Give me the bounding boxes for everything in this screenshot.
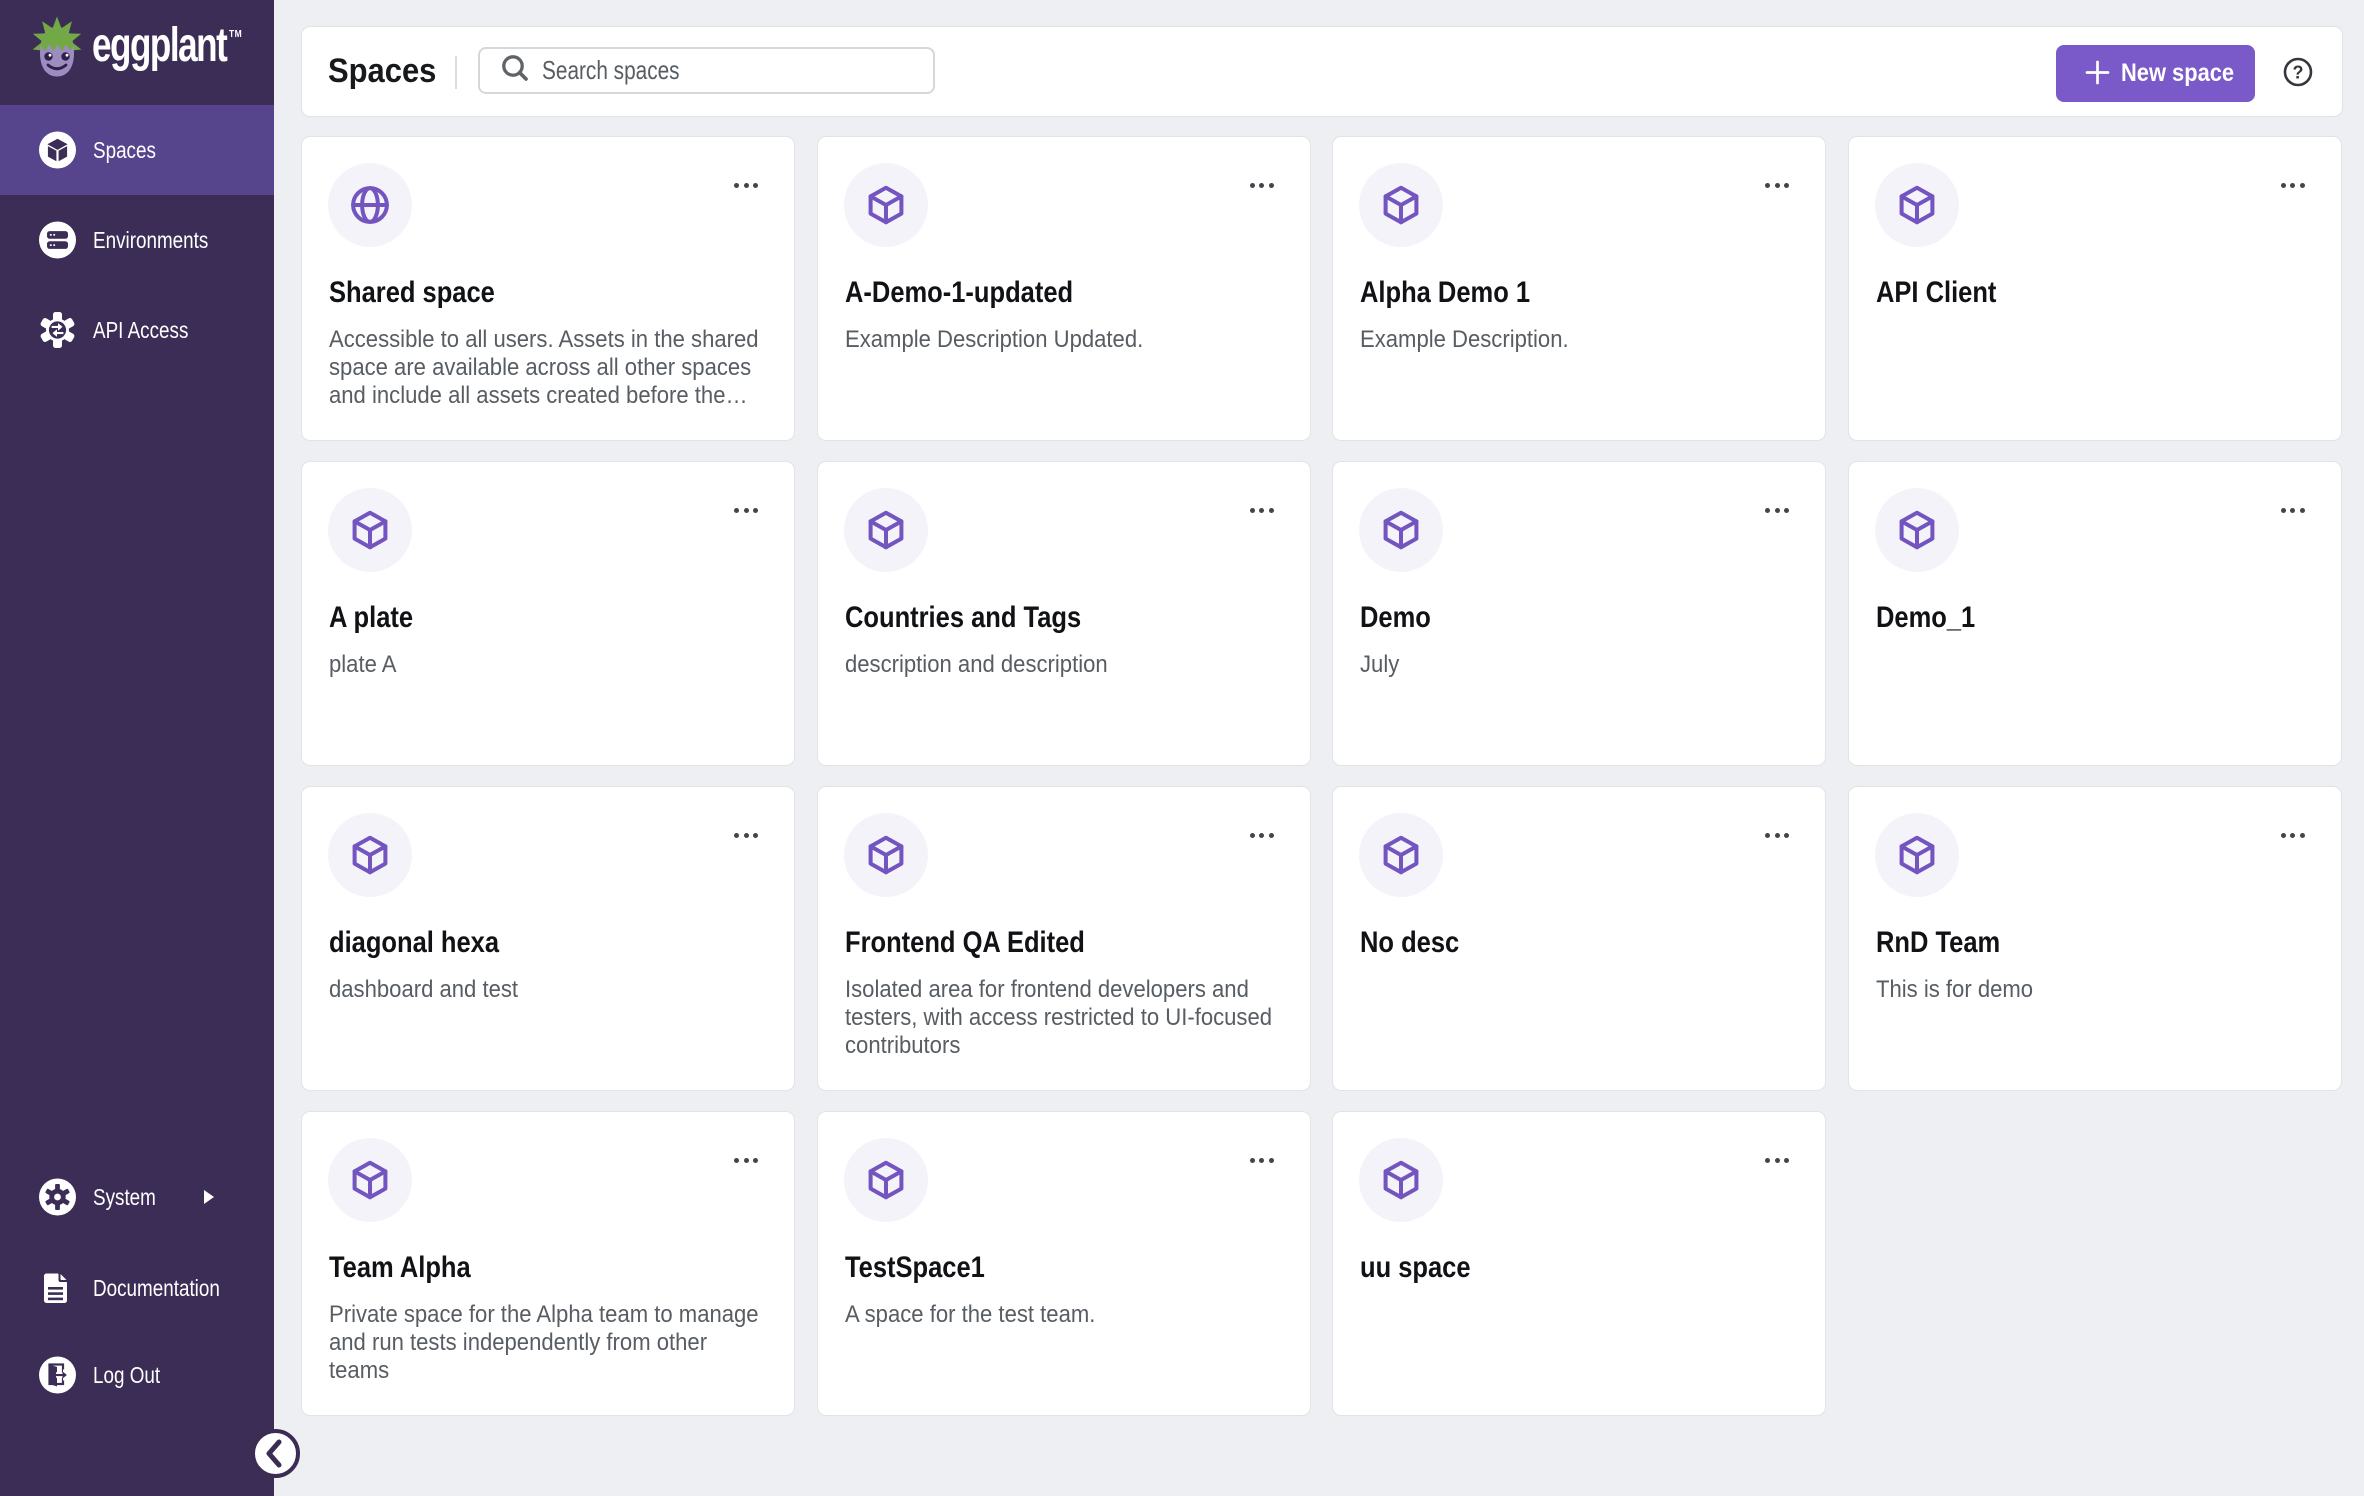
svg-text:?: ? xyxy=(2293,63,2304,83)
